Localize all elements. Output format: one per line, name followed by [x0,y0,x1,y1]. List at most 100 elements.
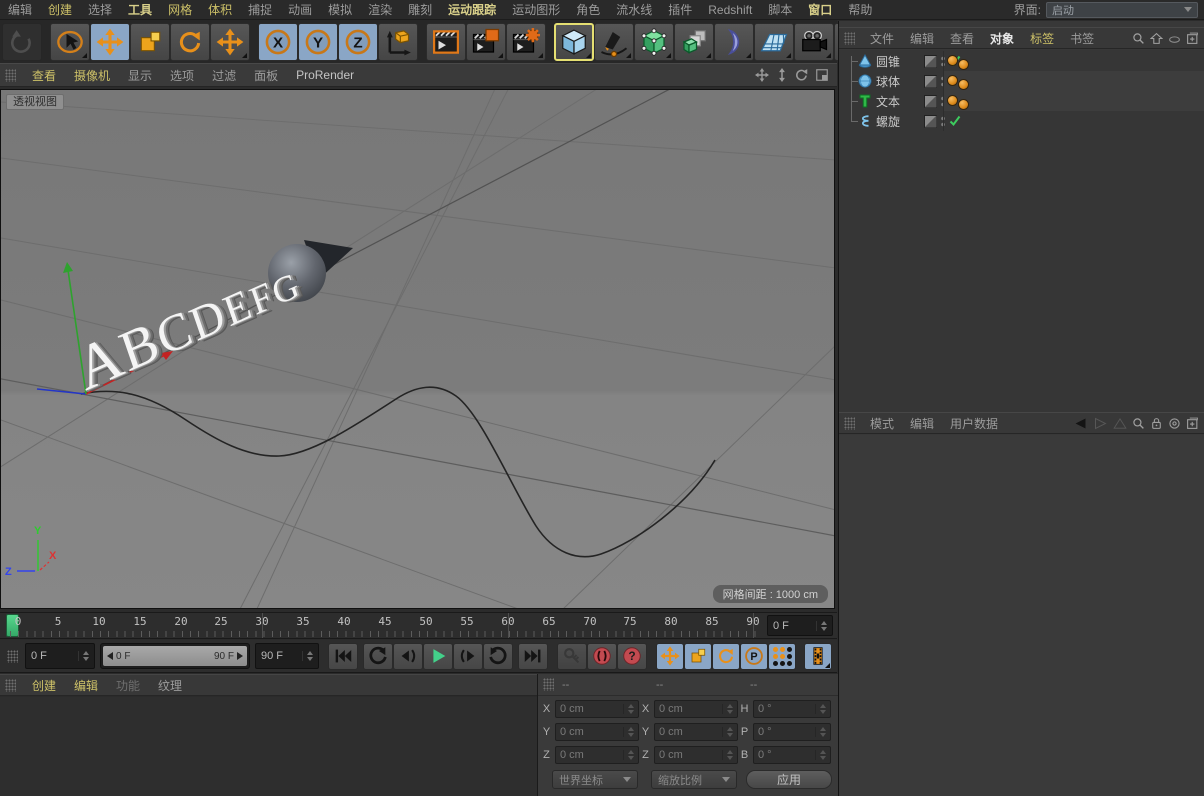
coordinate-space-dropdown[interactable]: 世界坐标 [552,770,638,789]
om-menu-tags[interactable]: 标签 [1022,30,1062,47]
z-axis-lock-button[interactable]: Z [338,23,378,61]
menu-animate[interactable]: 动画 [280,1,320,18]
vp-menu-panel[interactable]: 面板 [245,67,287,84]
object-row-cone[interactable]: 圆锥 [839,51,1204,71]
vp-menu-filter[interactable]: 过滤 [203,67,245,84]
scale-tool-button[interactable] [130,23,170,61]
keyframe-pla-button[interactable] [768,643,796,670]
tag-icon[interactable] [959,80,968,89]
scale-x-field[interactable]: 0 cm [654,700,738,718]
layer-toggle-icon[interactable] [924,55,937,68]
position-y-field[interactable]: 0 cm [555,723,639,741]
tag-icon[interactable] [948,96,957,105]
play-button[interactable] [423,643,453,670]
menu-help[interactable]: 帮助 [840,1,880,18]
menu-mograph[interactable]: 运动图形 [504,1,568,18]
menu-create[interactable]: 创建 [40,1,80,18]
camera-button[interactable] [794,23,834,61]
autokey-button[interactable] [587,643,617,670]
menu-volume[interactable]: 体积 [200,1,240,18]
viewport-zoom-icon[interactable] [775,68,789,82]
panel-grip[interactable] [543,678,554,691]
om-menu-bookmarks[interactable]: 书签 [1062,30,1102,47]
render-picture-viewer-button[interactable] [466,23,506,61]
panel-grip[interactable] [5,69,16,82]
panel-grip[interactable] [7,650,18,663]
layer-toggle-icon[interactable] [924,115,937,128]
tag-icon[interactable] [959,60,968,69]
position-x-field[interactable]: 0 cm [555,700,639,718]
scale-mode-dropdown[interactable]: 缩放比例 [651,770,737,789]
x-axis-lock-button[interactable]: X [258,23,298,61]
menu-snap[interactable]: 捕捉 [240,1,280,18]
vp-menu-view[interactable]: 查看 [23,67,65,84]
render-settings-button[interactable] [506,23,546,61]
vp-menu-display[interactable]: 显示 [119,67,161,84]
viewport-pan-icon[interactable] [755,68,769,82]
panel-grip[interactable] [844,417,855,430]
om-menu-file[interactable]: 文件 [862,30,902,47]
om-menu-objects[interactable]: 对象 [982,30,1022,47]
record-key-button[interactable] [557,643,587,670]
rotation-b-field[interactable]: 0 ° [753,746,831,764]
menu-select[interactable]: 选择 [80,1,120,18]
menu-edit[interactable]: 编辑 [0,1,40,18]
viewport-maximize-icon[interactable] [815,68,829,82]
menu-motion-tracker[interactable]: 运动跟踪 [440,1,504,18]
vp-menu-options[interactable]: 选项 [161,67,203,84]
menu-mesh[interactable]: 网格 [160,1,200,18]
spline-curve[interactable] [81,387,715,556]
menu-render[interactable]: 渲染 [360,1,400,18]
om-menu-view[interactable]: 查看 [942,30,982,47]
am-menu-edit[interactable]: 编辑 [902,415,942,432]
target-icon[interactable] [1168,417,1181,430]
mat-menu-create[interactable]: 创建 [23,677,65,694]
scale-z-field[interactable]: 0 cm [654,746,738,764]
previous-key-button[interactable] [393,643,423,670]
keyframe-scale-button[interactable] [684,643,712,670]
add-cube-button[interactable] [554,23,594,61]
apply-button[interactable]: 应用 [746,770,832,789]
rotation-p-field[interactable]: 0 ° [753,723,831,741]
render-view-button[interactable] [426,23,466,61]
eye-icon[interactable] [1168,32,1181,45]
history-back-icon[interactable] [1073,417,1088,430]
keyframe-parameter-button[interactable]: P [740,643,768,670]
coordinate-system-button[interactable] [378,23,418,61]
undo-button[interactable] [2,23,42,61]
next-key-button[interactable] [453,643,483,670]
object-row-sphere[interactable]: 球体 [839,71,1204,91]
mat-menu-texture[interactable]: 纹理 [149,677,191,694]
mat-menu-function[interactable]: 功能 [107,677,149,694]
object-row-helix[interactable]: 螺旋 [839,111,1204,131]
help-button[interactable]: ? [617,643,647,670]
timeline-ruler[interactable]: 0 5 10 15 20 25 30 35 40 45 50 55 60 65 … [0,612,837,639]
rotation-h-field[interactable]: 0 ° [753,700,831,718]
home-icon[interactable] [1150,32,1163,45]
vp-menu-camera[interactable]: 摄像机 [65,67,119,84]
range-right-arrow[interactable] [237,652,243,660]
position-z-field[interactable]: 0 cm [555,746,639,764]
menu-simulate[interactable]: 模拟 [320,1,360,18]
keyframe-rotation-button[interactable] [712,643,740,670]
floor-button[interactable] [754,23,794,61]
frame-stepper[interactable] [816,621,827,631]
timeline-window-button[interactable] [804,643,832,670]
layer-toggle-icon[interactable] [924,75,937,88]
add-panel-icon[interactable] [1186,417,1199,430]
om-menu-edit[interactable]: 编辑 [902,30,942,47]
range-left-arrow[interactable] [107,652,113,660]
interface-dropdown[interactable]: 启动 [1046,2,1198,18]
menu-sculpt[interactable]: 雕刻 [400,1,440,18]
last-tool-button[interactable] [210,23,250,61]
viewport-rotate-icon[interactable] [795,68,809,82]
menu-character[interactable]: 角色 [568,1,608,18]
spline-pen-button[interactable] [594,23,634,61]
goto-start-button[interactable] [328,643,358,670]
menu-tools[interactable]: 工具 [120,1,160,18]
range-start-field[interactable]: 0 F [25,643,95,669]
add-layer-icon[interactable] [1186,32,1199,45]
array-button[interactable] [674,23,714,61]
range-end-field[interactable]: 90 F [255,643,319,669]
move-tool-button[interactable] [90,23,130,61]
